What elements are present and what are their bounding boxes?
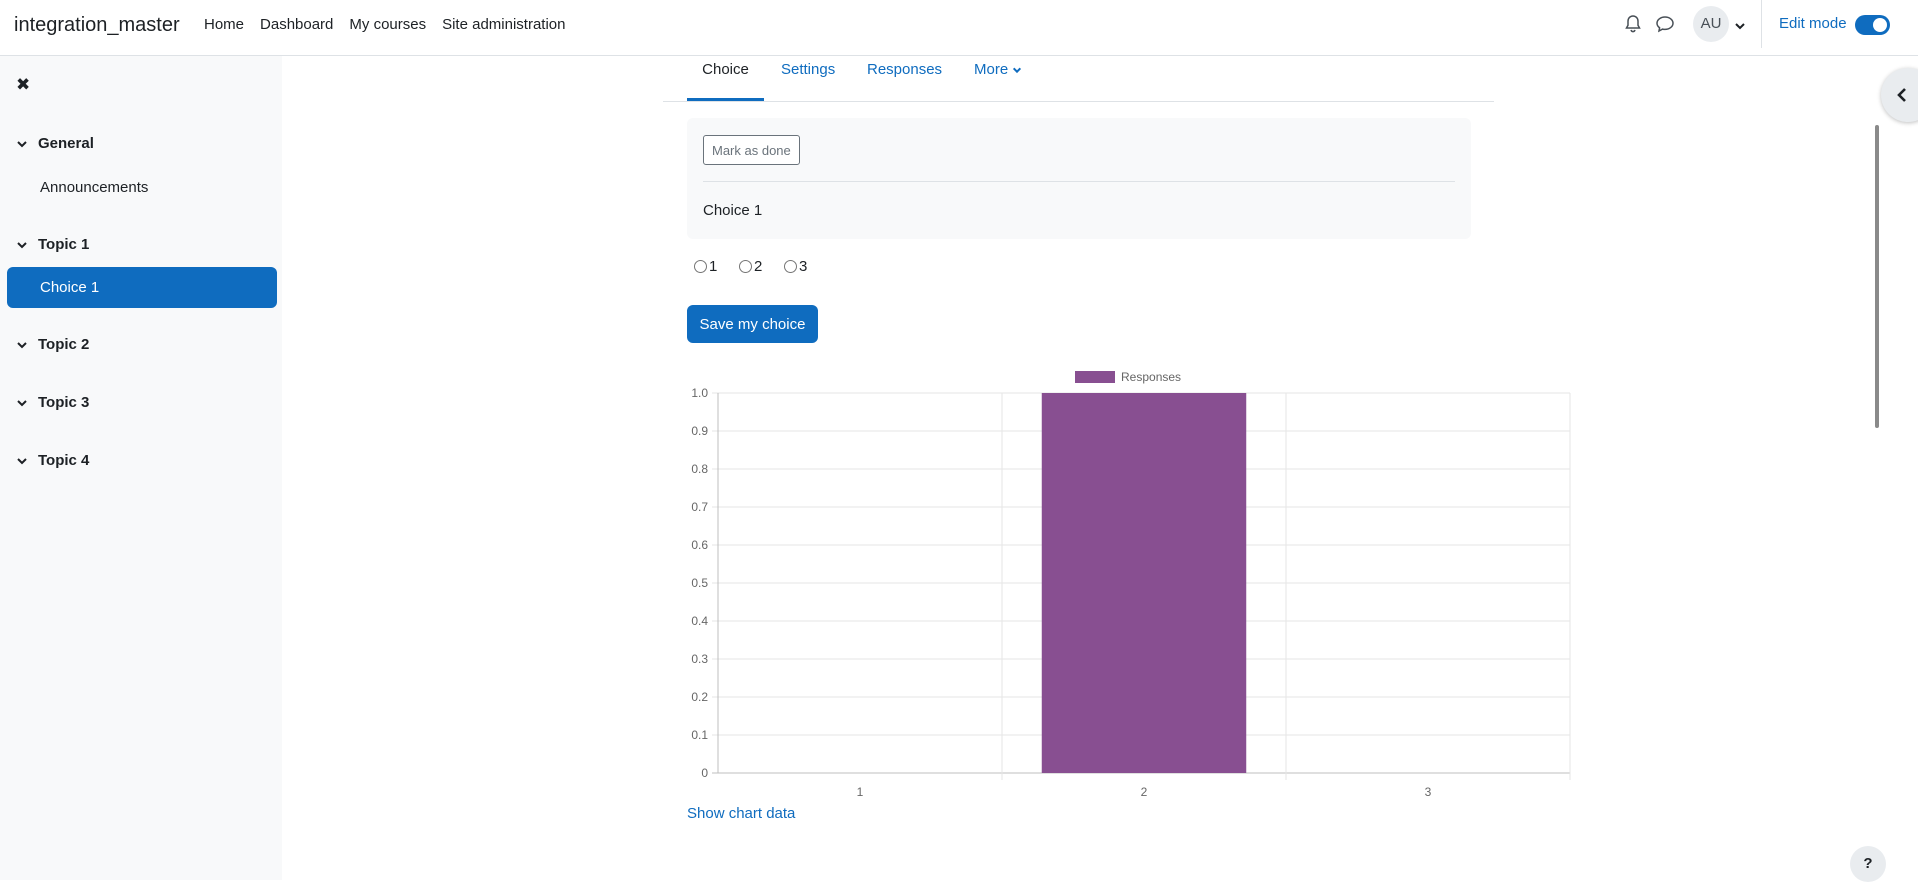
mark-as-done-button[interactable]: Mark as done bbox=[703, 135, 800, 165]
y-tick-label: 0.7 bbox=[691, 500, 708, 514]
y-tick-label: 0.4 bbox=[691, 614, 708, 628]
close-drawer-icon[interactable]: ✖ bbox=[16, 76, 30, 93]
top-navbar: integration_master Home Dashboard My cou… bbox=[0, 0, 1918, 56]
secondary-navigation: Choice Settings Responses More bbox=[663, 56, 1494, 102]
edit-mode-label[interactable]: Edit mode bbox=[1779, 15, 1847, 32]
y-tick-label: 0 bbox=[701, 766, 708, 780]
edit-mode-toggle-knob bbox=[1873, 18, 1887, 32]
course-index-drawer: ✖ General Announcements Topic 1 Choice 1… bbox=[0, 56, 282, 880]
section-topic-2[interactable]: Topic 2 bbox=[16, 336, 89, 353]
choice-option-1[interactable]: 1 bbox=[694, 258, 717, 275]
tab-responses[interactable]: Responses bbox=[867, 56, 942, 101]
chevron-down-icon[interactable] bbox=[16, 138, 28, 150]
activity-description: Choice 1 bbox=[703, 202, 763, 219]
tab-choice[interactable]: Choice bbox=[687, 56, 764, 101]
legend-label: Responses bbox=[1121, 370, 1181, 384]
nav-site-administration[interactable]: Site administration bbox=[442, 16, 565, 33]
save-my-choice-button[interactable]: Save my choice bbox=[687, 305, 818, 343]
user-avatar[interactable]: AU bbox=[1693, 6, 1729, 42]
chevron-down-icon[interactable] bbox=[16, 397, 28, 409]
section-topic-1[interactable]: Topic 1 bbox=[16, 236, 89, 253]
x-tick-label: 3 bbox=[1425, 785, 1432, 799]
messages-chat-icon[interactable] bbox=[1655, 14, 1675, 34]
notifications-bell-icon[interactable] bbox=[1623, 14, 1643, 34]
y-tick-label: 0.3 bbox=[691, 652, 708, 666]
section-title: Topic 1 bbox=[38, 236, 90, 253]
choice-option-label: 1 bbox=[709, 258, 718, 275]
chevron-down-icon[interactable] bbox=[16, 339, 28, 351]
choice-option-2[interactable]: 2 bbox=[739, 258, 762, 275]
y-tick-label: 0.8 bbox=[691, 462, 708, 476]
activity-header: Mark as done Choice 1 bbox=[687, 118, 1471, 239]
choice-option-3[interactable]: 3 bbox=[784, 258, 807, 275]
section-title: Topic 2 bbox=[38, 336, 90, 353]
chevron-left-icon bbox=[1897, 88, 1906, 102]
chevron-down-icon[interactable] bbox=[16, 239, 28, 251]
choice-option-label: 3 bbox=[799, 258, 808, 275]
tab-settings[interactable]: Settings bbox=[781, 56, 835, 101]
bar-2 bbox=[1041, 393, 1247, 773]
section-title: Topic 3 bbox=[38, 394, 90, 411]
open-block-drawer-button[interactable] bbox=[1881, 68, 1918, 122]
tab-more[interactable]: More bbox=[974, 56, 1022, 101]
navbar-divider bbox=[1761, 0, 1762, 48]
user-menu-chevron-down-icon[interactable] bbox=[1734, 19, 1746, 31]
edit-mode-toggle[interactable] bbox=[1855, 15, 1890, 35]
y-tick-label: 0.1 bbox=[691, 728, 708, 742]
choice-radio-1[interactable] bbox=[694, 260, 707, 273]
choice-radio-3[interactable] bbox=[784, 260, 797, 273]
nav-home[interactable]: Home bbox=[204, 16, 244, 33]
section-topic-4[interactable]: Topic 4 bbox=[16, 452, 89, 469]
x-tick-label: 2 bbox=[1141, 785, 1148, 799]
primary-navigation: Home Dashboard My courses Site administr… bbox=[204, 0, 582, 48]
x-tick-label: 1 bbox=[857, 785, 864, 799]
legend-swatch bbox=[1075, 371, 1115, 383]
scrollbar-thumb[interactable] bbox=[1875, 125, 1879, 428]
drawer-item-announcements[interactable]: Announcements bbox=[40, 179, 148, 196]
choice-radio-2[interactable] bbox=[739, 260, 752, 273]
section-title: General bbox=[38, 135, 94, 152]
y-tick-label: 1.0 bbox=[691, 386, 708, 400]
header-divider bbox=[703, 181, 1455, 182]
responses-chart: 0 0.1 0.2 0.3 0.4 0.5 0.6 0.7 0.8 0.9 1.0 1 2 3 Respon… bbox=[691, 370, 1571, 799]
y-tick-label: 0.6 bbox=[691, 538, 708, 552]
site-name[interactable]: integration_master bbox=[14, 14, 180, 37]
nav-dashboard[interactable]: Dashboard bbox=[260, 16, 333, 33]
drawer-item-choice-1[interactable]: Choice 1 bbox=[7, 267, 277, 308]
chevron-down-icon[interactable] bbox=[16, 455, 28, 467]
y-tick-label: 0.5 bbox=[691, 576, 708, 590]
section-topic-3[interactable]: Topic 3 bbox=[16, 394, 89, 411]
show-chart-data-link[interactable]: Show chart data bbox=[687, 805, 795, 822]
chevron-down-icon bbox=[1013, 67, 1022, 74]
help-button[interactable]: ? bbox=[1850, 846, 1886, 882]
section-title: Topic 4 bbox=[38, 452, 90, 469]
choice-option-label: 2 bbox=[754, 258, 763, 275]
y-tick-label: 0.9 bbox=[691, 424, 708, 438]
nav-my-courses[interactable]: My courses bbox=[349, 16, 426, 33]
tab-more-label: More bbox=[974, 61, 1009, 78]
y-tick-label: 0.2 bbox=[691, 690, 708, 704]
section-general[interactable]: General bbox=[16, 135, 94, 152]
